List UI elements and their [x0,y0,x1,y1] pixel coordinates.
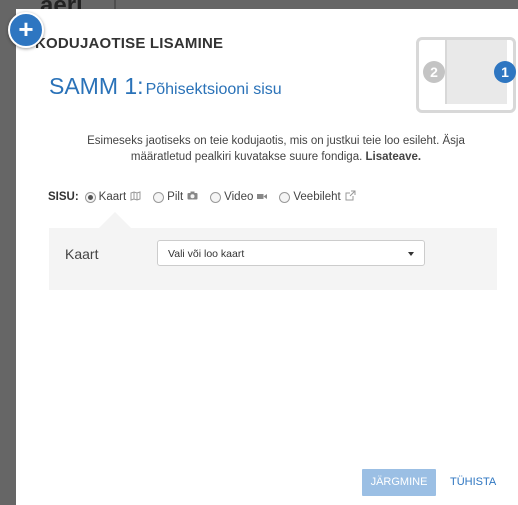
dialog-title: KODUJAOTISE LISAMINE [35,35,224,52]
option-video[interactable]: Video [210,191,268,203]
option-image[interactable]: Pilt [153,191,198,203]
radio-image[interactable] [153,191,165,203]
map-icon [130,190,141,204]
map-select-dropdown[interactable]: Vali või loo kaart [157,240,425,266]
camera-icon [187,191,198,203]
app-sidebar-background [0,0,16,505]
step-1-indicator: 1 [494,61,516,83]
step-number: SAMM 1: [49,73,144,99]
cancel-button[interactable]: TÜHISTA [450,469,496,496]
map-label: Kaart [65,246,99,262]
step-heading: SAMM 1: Põhisektsiooni sisu [49,73,282,100]
step-2-cell: 2 [419,40,447,104]
option-map-label: Kaart [98,191,127,203]
learn-more-link[interactable]: Lisateave. [366,151,422,163]
content-type-selector: SISU: Kaart Pilt Video Veebileht [48,190,368,204]
radio-video[interactable] [210,191,222,203]
option-map[interactable]: Kaart [84,190,142,204]
add-home-section-dialog: KODUJAOTISE LISAMINE SAMM 1: Põhisektsioo… [16,9,518,505]
add-section-icon[interactable]: + [8,12,44,48]
radio-webpage[interactable] [279,191,291,203]
section-description: Esimeseks jaotiseks on teie kodujaotis, … [56,133,496,165]
map-select-value: Vali või loo kaart [168,248,245,260]
option-image-label: Pilt [167,191,184,203]
next-button[interactable]: JÄRGMINE [362,469,436,496]
chevron-down-icon [408,252,414,256]
steps-progress-widget: 2 1 [416,37,516,113]
option-video-label: Video [224,191,254,203]
external-link-icon [345,190,356,204]
map-settings-panel: Kaart Vali või loo kaart [49,228,497,290]
step-2-indicator: 2 [423,61,445,83]
video-icon [257,192,268,203]
option-webpage[interactable]: Veebileht [279,190,356,204]
step-1-cell: 1 [447,40,516,104]
step-subtitle: Põhisektsiooni sisu [145,81,282,98]
content-label: SISU: [48,191,79,203]
panel-pointer [99,212,131,228]
option-webpage-label: Veebileht [293,191,341,203]
radio-map[interactable] [84,191,96,203]
